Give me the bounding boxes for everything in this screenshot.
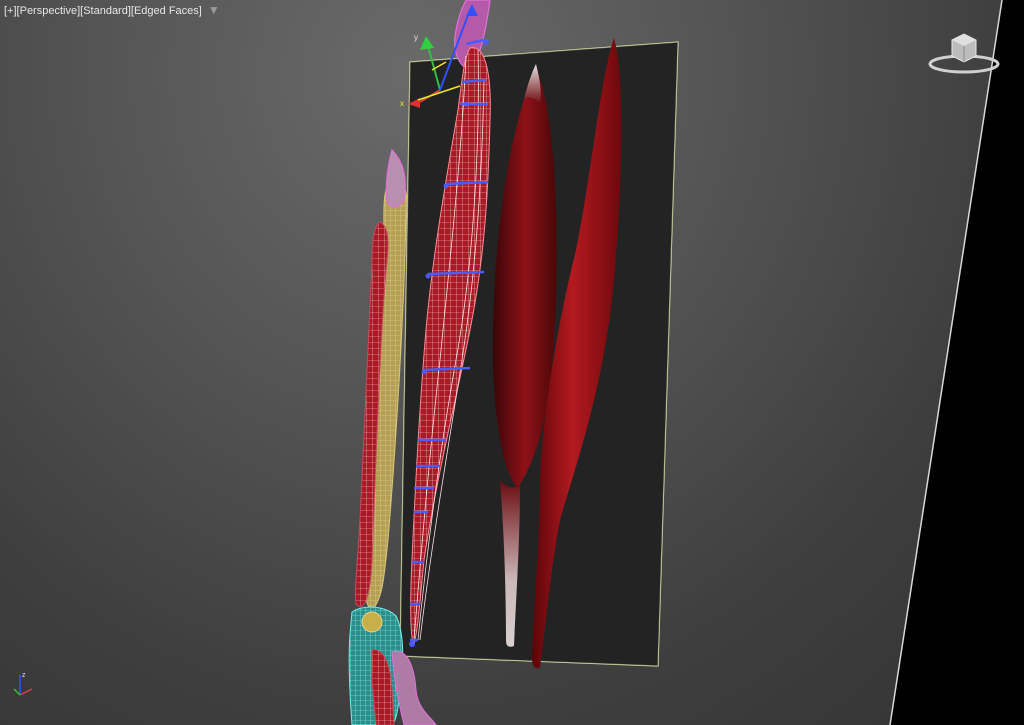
funnel-icon[interactable]: ▼: [208, 4, 220, 17]
svg-text:x: x: [400, 99, 404, 108]
thumb-bone: [391, 650, 437, 725]
wrist-carpal: [361, 611, 383, 633]
viewport-shading-menu[interactable]: [Standard]: [80, 5, 131, 17]
svg-text:y: y: [414, 33, 418, 42]
viewcube-icon[interactable]: [924, 26, 1004, 86]
viewport-label-menu: [+] [Perspective] [Standard] [Edged Face…: [4, 4, 220, 17]
world-axis-icon: z: [13, 672, 33, 696]
viewport-display-style-menu[interactable]: [Edged Faces]: [131, 5, 202, 17]
viewport-general-menu[interactable]: [+]: [4, 5, 17, 17]
backdrop-plane[interactable]: [890, 0, 1024, 725]
bone-elbow: [385, 148, 406, 208]
perspective-viewport[interactable]: [+] [Perspective] [Standard] [Edged Face…: [0, 0, 1024, 725]
svg-text:z: z: [22, 672, 26, 679]
viewport-point-of-view-menu[interactable]: [Perspective]: [17, 5, 81, 17]
scene-canvas[interactable]: x y: [0, 0, 1024, 725]
